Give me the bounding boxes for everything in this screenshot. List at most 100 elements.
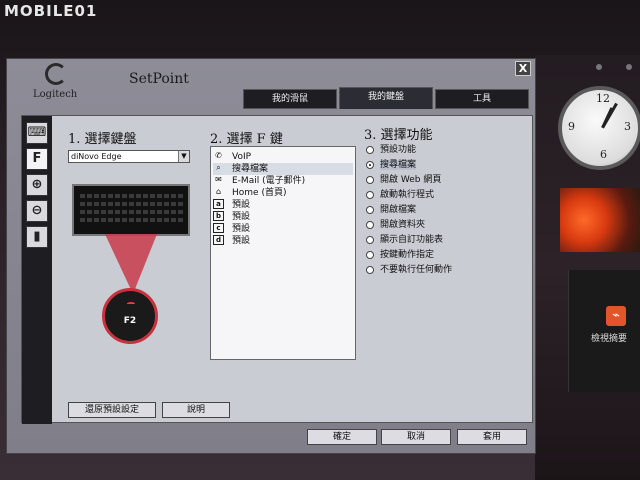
- watermark-brand: MOBILE01: [4, 2, 98, 20]
- list-item[interactable]: b 預設: [213, 211, 353, 223]
- list-item-label: E-Mail (電子郵件): [232, 176, 306, 186]
- radio-button[interactable]: [366, 235, 374, 244]
- category-rail: ⌨ F ⊕ ⊖ ▮: [22, 116, 52, 424]
- radio-label: 按鍵動作指定: [380, 250, 435, 260]
- close-button[interactable]: X: [515, 61, 531, 76]
- search-icon: ⌕: [216, 163, 221, 172]
- list-item[interactable]: a 預設: [213, 199, 353, 211]
- clock-numeral: 12: [596, 92, 610, 105]
- help-button[interactable]: 說明: [162, 402, 230, 418]
- radio-label: 搜尋檔案: [380, 160, 417, 170]
- zoom-icon[interactable]: ⊕: [26, 174, 48, 196]
- radio-open-folder[interactable]: 開啟資料夾: [366, 219, 526, 231]
- tab-bar: 我的滑鼠 我的鍵盤 工具: [243, 87, 533, 109]
- titlebar: Logitech SetPoint X: [7, 59, 535, 100]
- step2-heading: 2. 選擇 F 鍵: [210, 132, 283, 147]
- list-item[interactable]: ⌕ 搜尋檔案: [213, 163, 353, 175]
- key-zoom-bubble: F2: [102, 288, 158, 344]
- custom-b-icon: b: [213, 211, 224, 221]
- radio-button[interactable]: [366, 145, 374, 154]
- custom-c-icon: c: [213, 223, 224, 233]
- feed-gadget[interactable]: ⌁ 檢視摘要: [568, 270, 640, 392]
- tab-my-keyboard[interactable]: 我的鍵盤: [339, 87, 433, 109]
- radio-button[interactable]: [366, 205, 374, 214]
- f-key-icon[interactable]: F: [26, 148, 48, 170]
- list-item-label: Home (首頁): [232, 188, 287, 198]
- radio-search-files[interactable]: 搜尋檔案: [366, 159, 526, 171]
- radio-keystroke-assignment[interactable]: 按鍵動作指定: [366, 249, 526, 261]
- apply-button[interactable]: 套用: [457, 429, 527, 445]
- f-key-list: ✆ VoIP ⌕ 搜尋檔案 ✉ E-Mail (電子郵件) ⌂ Home (首頁) a預…: [210, 146, 356, 360]
- radio-open-web-page[interactable]: 開啟 Web 網頁: [366, 174, 526, 186]
- radio-label: 開啟 Web 網頁: [380, 175, 442, 185]
- radio-button[interactable]: [366, 265, 374, 274]
- list-item-label: 預設: [232, 224, 251, 234]
- radio-button[interactable]: [366, 250, 374, 259]
- radio-label: 顯示自訂功能表: [380, 235, 444, 245]
- logitech-logo: Logitech: [31, 63, 83, 103]
- list-item[interactable]: ✉ E-Mail (電子郵件): [213, 175, 353, 187]
- radio-do-nothing[interactable]: 不要執行任何動作: [366, 264, 526, 276]
- key-row: [80, 210, 184, 214]
- step1-heading: 1. 選擇鍵盤: [68, 132, 137, 147]
- radio-label: 不要執行任何動作: [380, 265, 453, 275]
- clock-numeral: 3: [624, 120, 631, 133]
- key-row: [80, 194, 184, 198]
- radio-label: 啟動執行程式: [380, 190, 435, 200]
- mail-icon: ✉: [215, 175, 222, 184]
- feed-label[interactable]: 檢視摘要: [591, 331, 627, 344]
- radio-button[interactable]: [366, 220, 374, 229]
- radio-button[interactable]: [366, 190, 374, 199]
- radio-button[interactable]: [366, 175, 374, 184]
- custom-a-icon: a: [213, 199, 224, 209]
- clock-numeral: 9: [568, 120, 575, 133]
- cancel-button[interactable]: 取消: [381, 429, 451, 445]
- keyboard-icon[interactable]: ⌨: [26, 122, 48, 144]
- step3-heading: 3. 選擇功能: [364, 128, 433, 143]
- key-row: [80, 202, 184, 206]
- radio-default-function[interactable]: 預設功能: [366, 144, 526, 156]
- logitech-logo-icon: [45, 63, 67, 85]
- zoom-key-label: F2: [123, 316, 137, 326]
- keyboard-image: [72, 184, 190, 236]
- search-zoom-icon[interactable]: ⊖: [26, 200, 48, 222]
- radio-label: 預設功能: [380, 145, 417, 155]
- battery-icon[interactable]: ▮: [26, 226, 48, 248]
- key-row: [80, 218, 184, 222]
- radio-launch-program[interactable]: 啟動執行程式: [366, 189, 526, 201]
- keyboard-select-value: diNovo Edge: [71, 152, 122, 161]
- radio-button[interactable]: [366, 160, 374, 169]
- keyboard-select[interactable]: diNovo Edge ▼: [68, 150, 190, 163]
- radio-label: 開啟檔案: [380, 205, 417, 215]
- settings-panel: ⌨ F ⊕ ⊖ ▮ 1. 選擇鍵盤 diNovo Edge ▼ F2 2. 選擇…: [21, 115, 533, 424]
- custom-d-icon: d: [213, 235, 224, 245]
- list-item-label: 搜尋檔案: [232, 164, 269, 174]
- sidebar-dot: [596, 64, 602, 70]
- tab-my-mouse[interactable]: 我的滑鼠: [243, 89, 337, 109]
- list-item[interactable]: ⌂ Home (首頁): [213, 187, 353, 199]
- logo-text: Logitech: [33, 89, 78, 100]
- highlight-beam: [105, 234, 157, 294]
- list-item[interactable]: ✆ VoIP: [213, 151, 353, 163]
- radio-label: 開啟資料夾: [380, 220, 426, 230]
- radio-open-file[interactable]: 開啟檔案: [366, 204, 526, 216]
- app-title: SetPoint: [129, 71, 189, 87]
- list-item-label: 預設: [232, 212, 251, 222]
- restore-defaults-button[interactable]: 還原預設設定: [68, 402, 156, 418]
- home-icon: ⌂: [215, 187, 222, 196]
- clock-gadget: 12 3 6 9: [558, 86, 640, 170]
- clock-numeral: 6: [600, 148, 607, 161]
- radio-custom-menu[interactable]: 顯示自訂功能表: [366, 234, 526, 246]
- list-item-label: 預設: [232, 200, 251, 210]
- setpoint-window: Logitech SetPoint X 我的滑鼠 我的鍵盤 工具 ⌨ F ⊕ ⊖…: [6, 58, 536, 454]
- list-item[interactable]: c 預設: [213, 223, 353, 235]
- ok-button[interactable]: 確定: [307, 429, 377, 445]
- tab-tools[interactable]: 工具: [435, 89, 529, 109]
- list-item-label: 預設: [232, 236, 251, 246]
- list-item[interactable]: d 預設: [213, 235, 353, 247]
- rss-icon[interactable]: ⌁: [606, 306, 626, 326]
- phone-icon: ✆: [215, 151, 222, 160]
- photo-gadget: [560, 188, 640, 252]
- sidebar-dot: [626, 64, 632, 70]
- chevron-down-icon[interactable]: ▼: [178, 151, 189, 162]
